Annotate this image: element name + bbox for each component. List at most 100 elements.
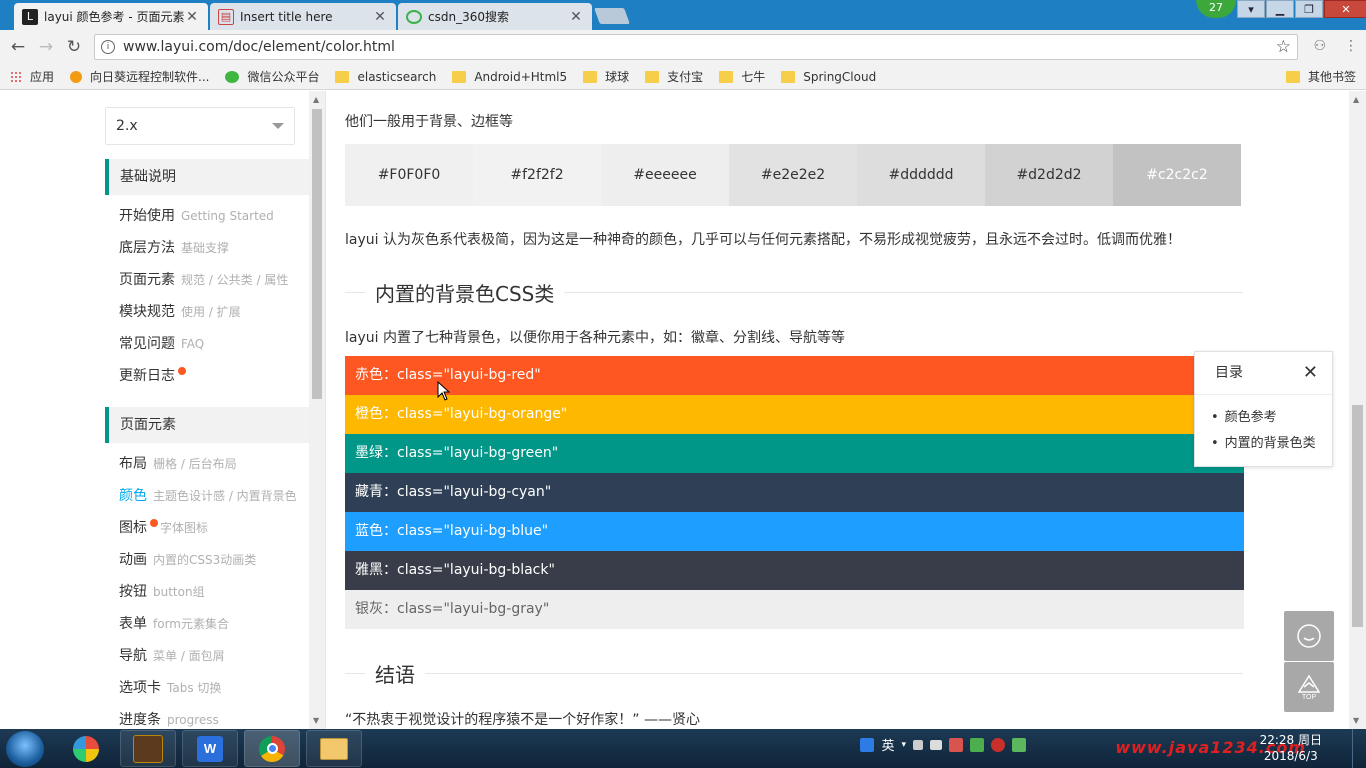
extension-icon[interactable]: ⚇: [1313, 38, 1326, 54]
sidebar-item-faq[interactable]: 常见问题 FAQ: [119, 333, 204, 355]
url-text: www.layui.com/doc/element/color.html: [123, 39, 395, 55]
back-to-top-button[interactable]: TOP: [1284, 662, 1334, 712]
bookmark-qiuqiu[interactable]: 球球: [583, 68, 629, 85]
show-desktop-button[interactable]: [1352, 729, 1366, 768]
scroll-down-icon[interactable]: ▼: [313, 716, 319, 725]
sidebar-item-layout[interactable]: 布局 栅格 / 后台布局: [119, 453, 237, 475]
colorful-app-icon: [73, 735, 99, 762]
close-tab-icon[interactable]: ✕: [372, 9, 388, 25]
bg-class-row: 赤色：class="layui-bg-red": [345, 356, 1244, 395]
tray-icon[interactable]: [1012, 737, 1026, 752]
page-scrollbar[interactable]: ▲ ▼: [1349, 91, 1366, 729]
sidebar-item-progress[interactable]: 进度条 progress: [119, 709, 219, 729]
bookmarks-bar: 应用 向日葵远程控制软件... 微信公众平台 elasticsearch And…: [0, 64, 1366, 90]
gray-note-text: layui 认为灰色系代表极简，因为这是一种神奇的颜色，几乎可以与任何元素搭配，…: [345, 232, 1181, 248]
taskbar-app-wps[interactable]: W: [182, 730, 238, 767]
bookmark-alipay[interactable]: 支付宝: [645, 68, 703, 85]
sidebar-item-base-methods[interactable]: 底层方法 基础支撑: [119, 237, 229, 259]
feedback-button[interactable]: [1284, 611, 1334, 661]
sidebar: 2.x 基础说明 开始使用 Getting Started 底层方法 基础支撑 页面…: [0, 91, 326, 729]
sidebar-item-module-spec[interactable]: 模块规范 使用 / 扩展: [119, 301, 241, 323]
sidebar-item-form[interactable]: 表单 form元素集合: [119, 613, 229, 635]
folder-icon: [335, 70, 350, 83]
shield-icon[interactable]: [970, 737, 984, 752]
user-menu-icon[interactable]: ▾: [1237, 0, 1265, 18]
version-select[interactable]: 2.x: [105, 107, 295, 145]
notification-badge[interactable]: 27: [1196, 0, 1236, 18]
sidebar-item-button[interactable]: 按钮 button组: [119, 581, 205, 603]
reload-icon[interactable]: ↻: [60, 37, 88, 57]
taskbar-app-javaee[interactable]: [120, 730, 176, 767]
sidebar-item-nav[interactable]: 导航 菜单 / 面包屑: [119, 645, 225, 667]
sidebar-item-getting-started[interactable]: 开始使用 Getting Started: [119, 205, 274, 227]
sidebar-scrollbar[interactable]: ▲ ▼: [309, 91, 325, 729]
bookmark-sunlogin[interactable]: 向日葵远程控制软件...: [70, 68, 209, 85]
bookmark-other[interactable]: 其他书签: [1285, 68, 1356, 85]
toc-item-color-reference[interactable]: 颜色参考: [1211, 405, 1332, 431]
system-clock[interactable]: 22:28 周日 2018/6/3: [1260, 732, 1322, 764]
menu-icon[interactable]: ⋮: [1344, 38, 1358, 54]
scroll-up-icon[interactable]: ▲: [313, 95, 319, 104]
bg-class-row: 雅黑：class="layui-bg-black": [345, 551, 1244, 590]
folder-icon: [583, 70, 598, 83]
close-tab-icon[interactable]: ✕: [568, 9, 584, 25]
sidebar-section-elements[interactable]: 页面元素: [105, 407, 309, 443]
gray-swatch: #c2c2c2: [1113, 144, 1241, 206]
taskbar-app-explorer[interactable]: [306, 730, 362, 767]
start-button[interactable]: [6, 731, 44, 767]
page-scroll-thumb[interactable]: [1352, 405, 1363, 627]
page-favicon-icon: ▤: [218, 8, 234, 25]
sidebar-item-tabs[interactable]: 选项卡 Tabs 切换: [119, 677, 221, 699]
address-bar[interactable]: i www.layui.com/doc/element/color.html ☆: [94, 34, 1298, 60]
site-info-icon[interactable]: i: [101, 40, 115, 54]
scroll-up-icon[interactable]: ▲: [1353, 95, 1359, 104]
tab-csdn-search[interactable]: csdn_360搜索 ✕: [398, 3, 592, 30]
close-icon[interactable]: ✕: [1303, 352, 1318, 394]
sidebar-scroll-thumb[interactable]: [312, 109, 322, 399]
bookmark-qiniu[interactable]: 七牛: [719, 68, 765, 85]
folder-icon: [645, 70, 660, 83]
minimize-icon[interactable]: ▁: [1266, 0, 1294, 18]
sidebar-item-changelog[interactable]: 更新日志: [119, 365, 186, 387]
sidebar-section-basics[interactable]: 基础说明: [105, 159, 309, 195]
bookmark-springcloud[interactable]: SpringCloud: [781, 70, 876, 84]
bookmark-apps[interactable]: 应用: [10, 68, 54, 85]
new-badge-dot: [178, 367, 186, 375]
scroll-down-icon[interactable]: ▼: [1353, 716, 1359, 725]
tray-icon[interactable]: [930, 739, 942, 750]
tab-title: Insert title here: [240, 9, 333, 24]
ime-indicator[interactable]: 英: [881, 735, 894, 754]
new-badge-dot: [150, 519, 158, 527]
back-icon[interactable]: ←: [4, 37, 32, 57]
apps-grid-icon: [10, 70, 22, 83]
arrow-up-icon: [1297, 674, 1321, 693]
toc-item-bg-classes[interactable]: 内置的背景色类: [1211, 431, 1332, 457]
sidebar-item-page-elements[interactable]: 页面元素 规范 / 公共类 / 属性: [119, 269, 288, 291]
bookmark-star-icon[interactable]: ☆: [1276, 37, 1291, 57]
gray-swatch: #dddddd: [857, 144, 985, 206]
ime-menu-icon[interactable]: ▾: [901, 740, 906, 750]
bookmark-android[interactable]: Android+Html5: [452, 70, 567, 84]
sidebar-item-icon[interactable]: 图标 字体图标: [119, 517, 208, 539]
qq-input-icon[interactable]: [860, 737, 875, 752]
gray-swatch: #eeeeee: [601, 144, 729, 206]
close-tab-icon[interactable]: ✕: [184, 9, 200, 25]
tab-insert-title[interactable]: ▤ Insert title here ✕: [210, 3, 396, 30]
sidebar-item-color[interactable]: 颜色 主题色设计感 / 内置背景色: [119, 485, 297, 507]
toc-list: 颜色参考 内置的背景色类: [1195, 395, 1332, 457]
tray-icon[interactable]: [991, 737, 1005, 752]
tray-icon[interactable]: [913, 739, 923, 750]
bookmark-elasticsearch[interactable]: elasticsearch: [335, 70, 436, 84]
bookmark-wechat[interactable]: 微信公众平台: [225, 68, 319, 85]
taskbar-app-photos[interactable]: [58, 730, 114, 767]
new-tab-button[interactable]: [594, 8, 630, 24]
taskbar-app-chrome[interactable]: [244, 730, 300, 767]
tray-icon[interactable]: [949, 737, 963, 752]
close-window-icon[interactable]: ✕: [1324, 0, 1366, 18]
bg-section-title: 内置的背景色CSS类: [365, 278, 565, 307]
forward-icon[interactable]: →: [32, 37, 60, 57]
gray-swatch: #e2e2e2: [729, 144, 857, 206]
tab-layui-color[interactable]: L layui 颜色参考 - 页面元素 ✕: [14, 3, 208, 30]
maximize-icon[interactable]: ❐: [1295, 0, 1323, 18]
sidebar-item-animation[interactable]: 动画 内置的CSS3动画类: [119, 549, 256, 571]
